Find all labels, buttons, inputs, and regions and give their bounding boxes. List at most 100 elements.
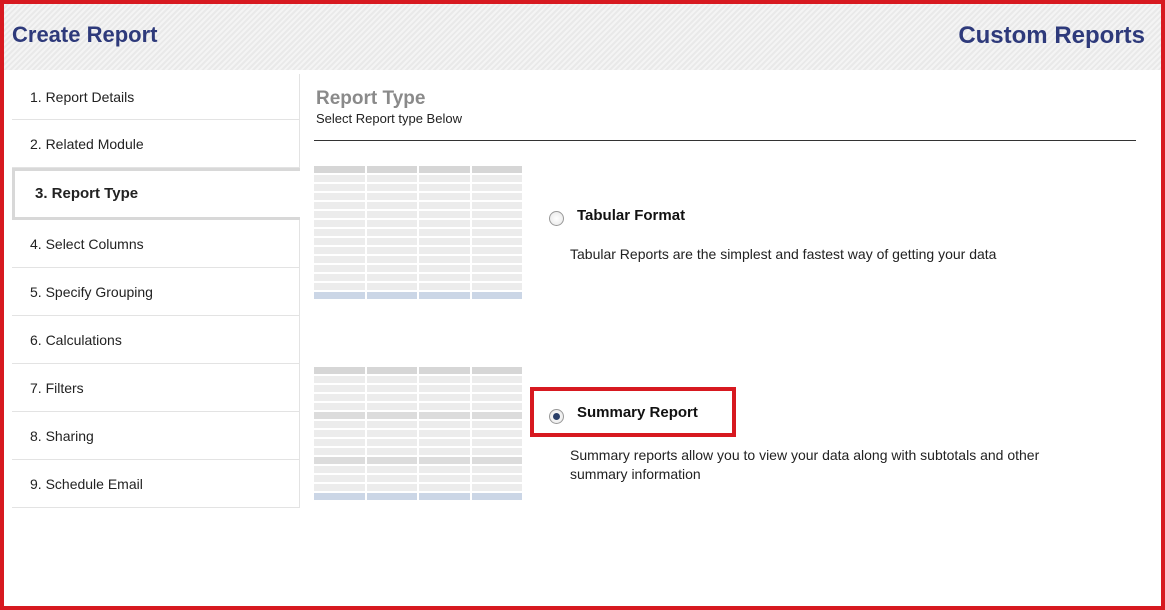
section-title: Report Type [316,88,426,109]
step-related-module[interactable]: 2. Related Module [12,120,300,168]
step-select-columns[interactable]: 4. Select Columns [12,220,300,268]
step-sharing[interactable]: 8. Sharing [12,412,300,460]
preview-cell [471,229,522,236]
preview-cell [419,211,470,218]
preview-row [314,292,522,299]
preview-row [314,220,522,227]
preview-cell [366,238,417,245]
preview-row [314,430,522,437]
preview-cell [314,394,365,401]
tabular-format-radio[interactable] [549,211,564,226]
preview-cell [314,211,365,218]
preview-cell [314,367,365,374]
preview-cell [471,292,522,299]
preview-cell [366,421,417,428]
preview-cell [366,166,417,173]
preview-cell [314,376,365,383]
preview-row [314,202,522,209]
preview-cell [314,457,365,464]
preview-cell [366,493,417,500]
preview-cell [314,238,365,245]
preview-cell [471,457,522,464]
section-subtitle: Select Report type Below [316,111,462,126]
preview-cell [471,211,522,218]
tabular-format-description: Tabular Reports are the simplest and fas… [570,246,997,262]
preview-row [314,193,522,200]
preview-row [314,256,522,263]
tabular-format-label[interactable]: Tabular Format [577,207,685,224]
preview-cell [314,166,365,173]
preview-row [314,439,522,446]
preview-cell [419,385,470,392]
preview-cell [471,283,522,290]
preview-cell [419,274,470,281]
preview-row [314,376,522,383]
preview-row [314,493,522,500]
preview-cell [471,175,522,182]
preview-cell [419,484,470,491]
preview-row [314,403,522,410]
preview-cell [366,403,417,410]
preview-row [314,265,522,272]
preview-cell [314,385,365,392]
preview-cell [366,367,417,374]
step-label: 5. Specify Grouping [30,284,153,300]
step-label: 6. Calculations [30,332,122,348]
step-calculations[interactable]: 6. Calculations [12,316,300,364]
preview-cell [366,256,417,263]
preview-cell [419,220,470,227]
preview-cell [366,265,417,272]
preview-row [314,238,522,245]
preview-cell [471,421,522,428]
preview-cell [366,229,417,236]
preview-cell [471,247,522,254]
preview-cell [314,220,365,227]
preview-cell [366,175,417,182]
step-report-type[interactable]: 3. Report Type [12,168,300,220]
preview-cell [471,439,522,446]
preview-cell [314,175,365,182]
preview-cell [471,367,522,374]
preview-cell [419,421,470,428]
preview-row [314,421,522,428]
preview-row [314,412,522,419]
preview-cell [471,166,522,173]
step-specify-grouping[interactable]: 5. Specify Grouping [12,268,300,316]
preview-cell [419,238,470,245]
page-title: Create Report [12,22,158,47]
step-label: 9. Schedule Email [30,476,143,492]
preview-cell [366,211,417,218]
step-label: 4. Select Columns [30,236,144,252]
selection-highlight-box [530,387,736,437]
preview-cell [419,193,470,200]
step-schedule-email[interactable]: 9. Schedule Email [12,460,300,508]
preview-cell [419,283,470,290]
preview-cell [366,457,417,464]
preview-cell [366,430,417,437]
preview-cell [366,394,417,401]
preview-cell [314,430,365,437]
preview-cell [314,412,365,419]
step-label: 2. Related Module [30,136,144,152]
preview-cell [419,448,470,455]
step-label: 8. Sharing [30,428,94,444]
preview-cell [366,274,417,281]
preview-cell [419,247,470,254]
step-label: 1. Report Details [30,89,135,105]
preview-cell [314,466,365,473]
header-bar: Create Report Custom Reports [4,4,1161,70]
step-label: 7. Filters [30,380,84,396]
preview-cell [419,412,470,419]
preview-cell [419,292,470,299]
step-label: 3. Report Type [35,185,139,202]
preview-cell [314,256,365,263]
preview-row [314,466,522,473]
preview-row [314,229,522,236]
preview-cell [366,412,417,419]
preview-cell [314,484,365,491]
preview-cell [366,376,417,383]
create-report-window: Create Report Custom Reports 1. Report D… [0,0,1165,610]
step-filters[interactable]: 7. Filters [12,364,300,412]
step-report-details[interactable]: 1. Report Details [12,74,300,120]
preview-cell [419,265,470,272]
